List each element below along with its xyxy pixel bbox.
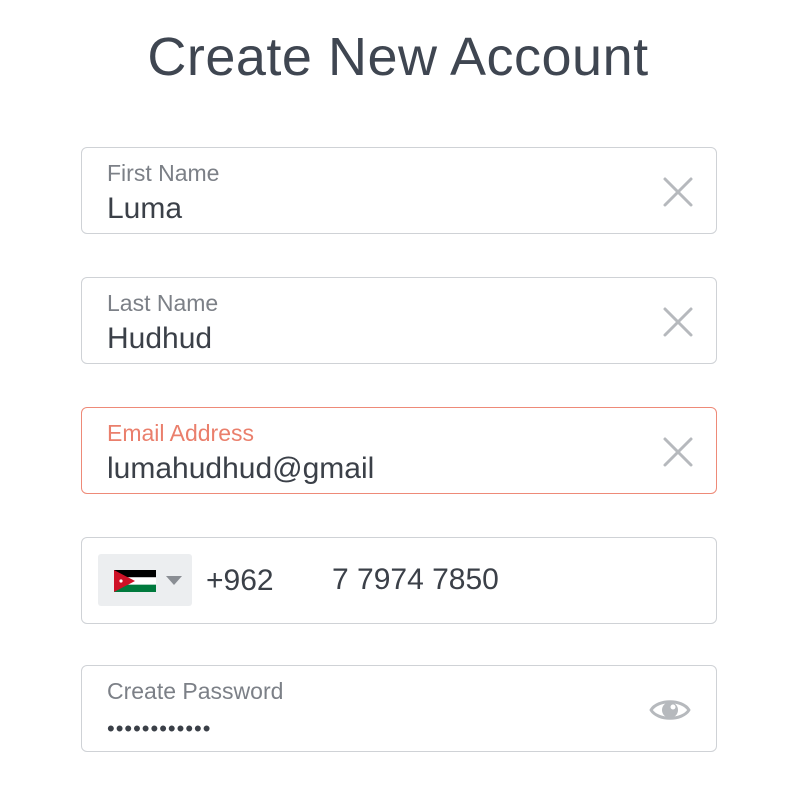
last-name-field[interactable]: Last Name Hudhud [81, 277, 717, 364]
first-name-label: First Name [107, 160, 220, 186]
chevron-down-icon [166, 576, 182, 585]
page-title: Create New Account [147, 27, 649, 87]
first-name-field[interactable]: First Name Luma [81, 147, 717, 234]
email-label: Email Address [107, 420, 255, 446]
last-name-value[interactable]: Hudhud [107, 322, 212, 356]
clear-first-name-button[interactable] [660, 174, 696, 210]
close-icon [663, 307, 693, 337]
jordan-flag-icon [114, 570, 156, 592]
dial-code: +962 [206, 564, 274, 597]
password-field[interactable]: Create Password •••••••••••• [81, 665, 717, 752]
password-input[interactable]: •••••••••••• [107, 716, 211, 742]
close-icon [663, 437, 693, 467]
phone-number-input[interactable]: 7 7974 7850 [332, 563, 499, 597]
clear-email-button[interactable] [660, 434, 696, 470]
first-name-value[interactable]: Luma [107, 192, 182, 226]
email-field[interactable]: Email Address lumahudhud@gmail [81, 407, 717, 494]
show-password-button[interactable] [648, 692, 692, 728]
eye-icon [649, 700, 691, 720]
create-account-page: Create New Account First Name Luma Last … [0, 0, 796, 798]
password-label: Create Password [107, 678, 284, 704]
email-value[interactable]: lumahudhud@gmail [107, 452, 374, 486]
phone-field: +962 7 7974 7850 [81, 537, 717, 624]
close-icon [663, 177, 693, 207]
last-name-label: Last Name [107, 290, 219, 316]
country-code-select[interactable] [98, 554, 192, 606]
clear-last-name-button[interactable] [660, 304, 696, 340]
